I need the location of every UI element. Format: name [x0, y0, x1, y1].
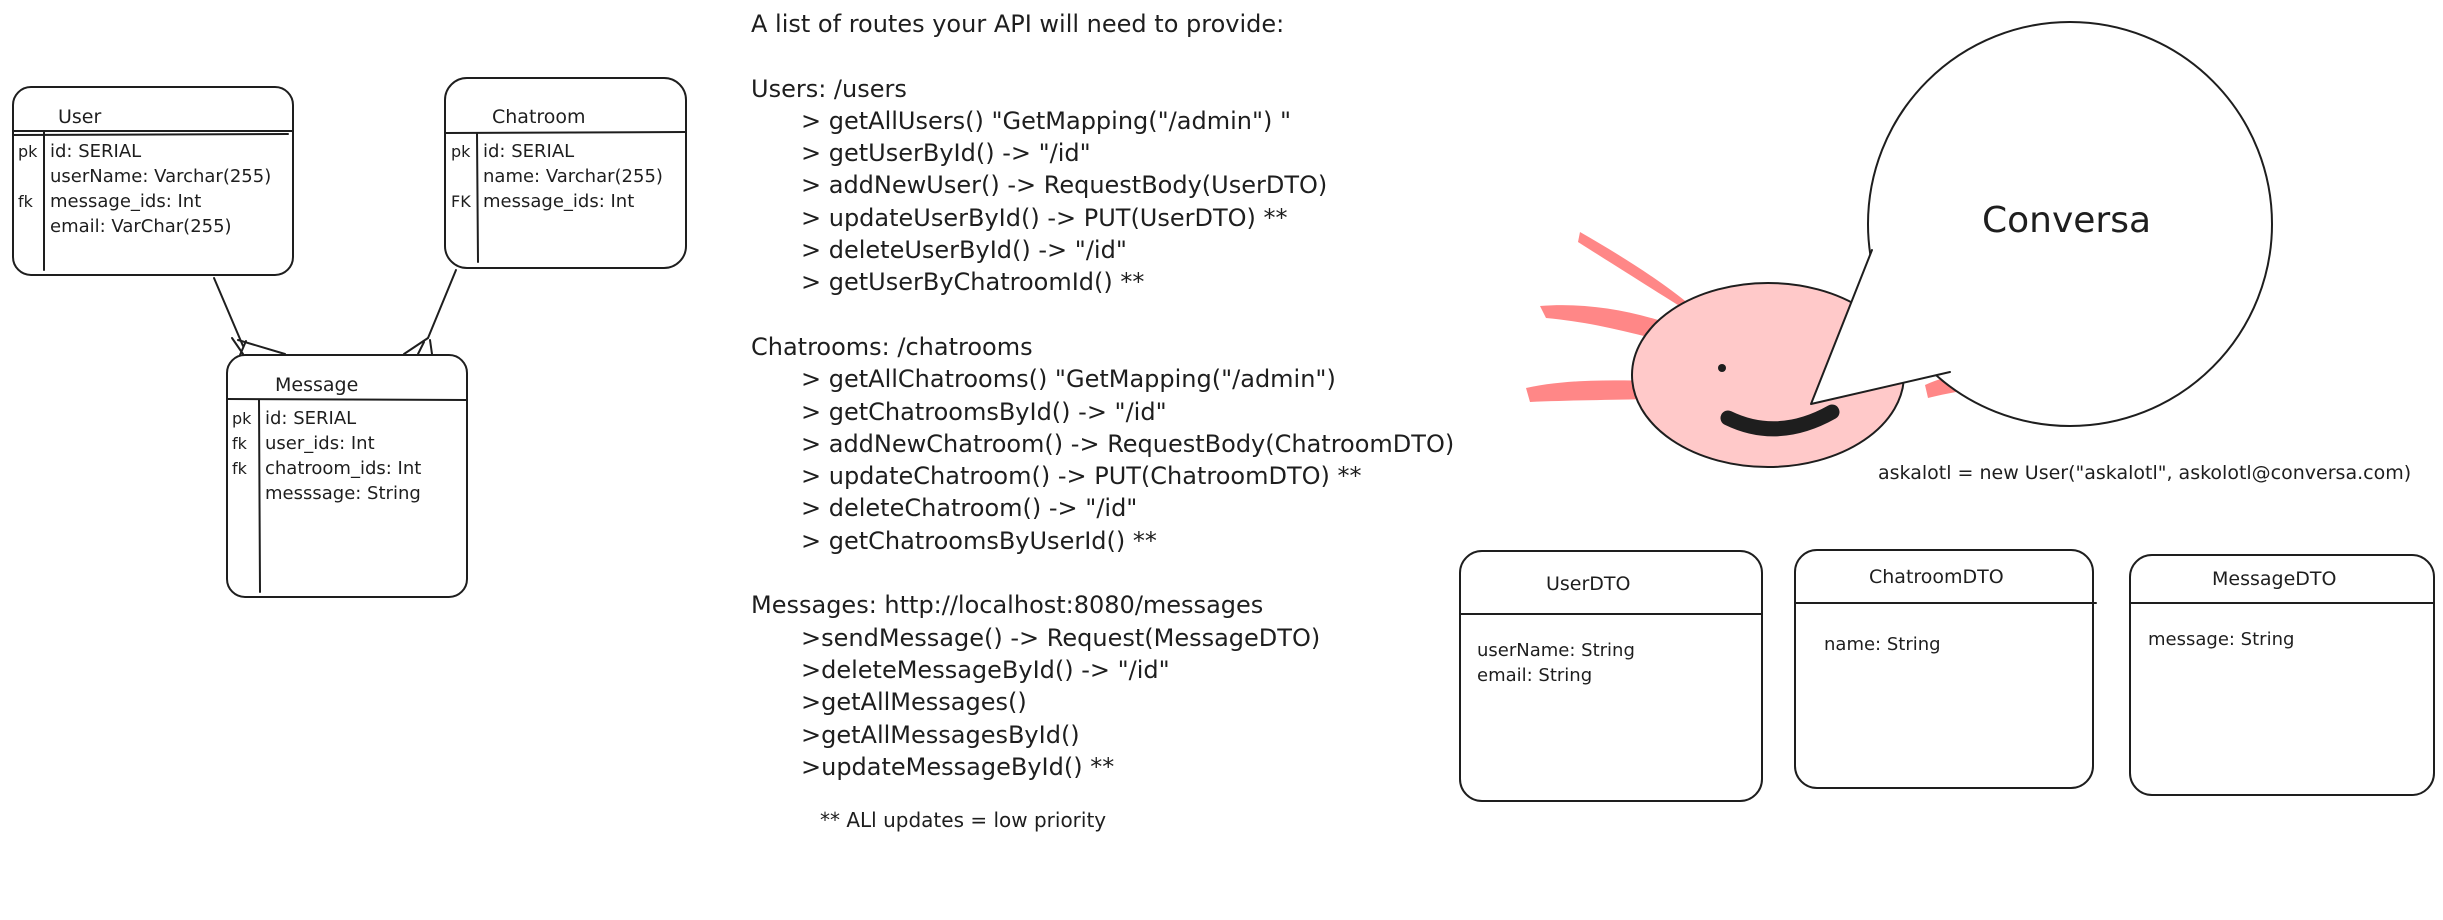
chatroom-table-fields: id: SERIAL name: Varchar(255) message_id…	[483, 139, 663, 214]
users-route-item: > addNewUser() -> RequestBody(UserDTO)	[801, 171, 1328, 200]
message-field-1: user_ids: Int	[265, 433, 375, 454]
axolotl-mascot	[1526, 21, 2273, 468]
user-table-keys: pk fk	[18, 139, 37, 239]
userdto-fields: userName: String email: String	[1477, 638, 1635, 688]
message-field-2: chatroom_ids: Int	[265, 458, 422, 479]
message-table-title: Message	[275, 374, 359, 396]
chatroom-message-connector	[403, 269, 457, 355]
userdto-field: email: String	[1477, 665, 1593, 686]
messages-route-item: >sendMessage() -> Request(MessageDTO)	[801, 623, 1321, 652]
chatroom-field-2: message_ids: Int	[483, 191, 635, 212]
users-route-item: > getAllUsers() "GetMapping("/admin") "	[801, 106, 1292, 135]
user-key-1	[18, 164, 37, 189]
chatroom-key-2: FK	[451, 192, 471, 211]
messagedto-field: message: String	[2148, 629, 2295, 650]
chatrooms-route-item: > updateChatroom() -> PUT(ChatroomDTO) *…	[801, 462, 1362, 491]
brand-name: Conversa	[1982, 200, 2152, 241]
priority-footnote: ** ALl updates = low priority	[820, 808, 1107, 832]
message-key-0: pk	[232, 409, 252, 428]
routes-spacer	[751, 40, 1454, 72]
users-route-item: > getUserByChatroomId() **	[801, 268, 1145, 297]
chatrooms-route-item: > deleteChatroom() -> "/id"	[801, 494, 1138, 523]
users-route-item: > getUserById() -> "/id"	[801, 139, 1091, 168]
messages-route-item: >deleteMessageById() -> "/id"	[801, 655, 1170, 684]
chatrooms-route-item: > getAllChatrooms() "GetMapping("/admin"…	[801, 365, 1336, 394]
chatrooms-routes-header: Chatrooms: /chatrooms	[751, 332, 1033, 361]
chatroom-table-keys: pk FK	[451, 139, 471, 214]
routes-spacer	[751, 299, 1454, 331]
users-route-item: > updateUserById() -> PUT(UserDTO) **	[801, 203, 1288, 232]
routes-heading: A list of routes your API will need to p…	[751, 10, 1285, 38]
messagedto-frame	[2129, 554, 2435, 796]
user-table-fields: id: SERIAL userName: Varchar(255) messag…	[50, 139, 271, 239]
user-table-title: User	[58, 106, 102, 128]
userdto-title: UserDTO	[1546, 573, 1631, 595]
chatroom-key-1	[451, 164, 471, 189]
messages-route-item: >getAllMessages()	[801, 688, 1027, 717]
user-field-0: id: SERIAL	[50, 141, 142, 162]
messages-route-item: >getAllMessagesById()	[801, 720, 1080, 749]
routes-list: A list of routes your API will need to p…	[751, 8, 1454, 783]
messagedto-fields: message: String	[2148, 627, 2294, 652]
messages-routes-header: Messages: http://localhost:8080/messages	[751, 591, 1264, 620]
user-key-0: pk	[18, 142, 38, 161]
chatroomdto-fields: name: String	[1824, 632, 1941, 657]
message-key-2: fk	[232, 459, 247, 478]
chatrooms-route-item: > addNewChatroom() -> RequestBody(Chatro…	[801, 429, 1455, 458]
chatroom-key-0: pk	[451, 142, 471, 161]
message-field-3: messsage: String	[265, 483, 421, 504]
chatroom-field-0: id: SERIAL	[483, 141, 575, 162]
message-key-1: fk	[232, 434, 247, 453]
messagedto-title: MessageDTO	[2212, 568, 2337, 590]
mascot-caption: askalotl = new User("askalotl", askolotl…	[1878, 462, 2412, 484]
chatroomdto-title: ChatroomDTO	[1869, 566, 2004, 588]
chatrooms-route-item: > getChatroomsById() -> "/id"	[801, 397, 1167, 426]
userdto-field: userName: String	[1477, 640, 1635, 661]
message-field-0: id: SERIAL	[265, 408, 357, 429]
chatroom-table-title: Chatroom	[492, 106, 586, 128]
routes-spacer	[751, 557, 1454, 589]
users-routes-header: Users: /users	[751, 74, 907, 103]
user-message-connector	[213, 277, 286, 356]
user-key-3	[18, 214, 37, 239]
user-field-1: userName: Varchar(255)	[50, 166, 272, 187]
chatrooms-route-item: > getChatroomsByUserId() **	[801, 526, 1157, 555]
users-route-item: > deleteUserById() -> "/id"	[801, 236, 1127, 265]
user-field-2: message_ids: Int	[50, 191, 202, 212]
message-table-fields: id: SERIAL user_ids: Int chatroom_ids: I…	[265, 406, 421, 506]
chatroom-field-1: name: Varchar(255)	[483, 166, 663, 187]
message-key-3	[232, 481, 251, 506]
user-key-2: fk	[18, 192, 33, 211]
messages-route-item: >updateMessageById() **	[801, 752, 1115, 781]
message-table-keys: pk fk fk	[232, 406, 251, 506]
chatroomdto-field: name: String	[1824, 634, 1941, 655]
user-field-3: email: VarChar(255)	[50, 216, 232, 237]
